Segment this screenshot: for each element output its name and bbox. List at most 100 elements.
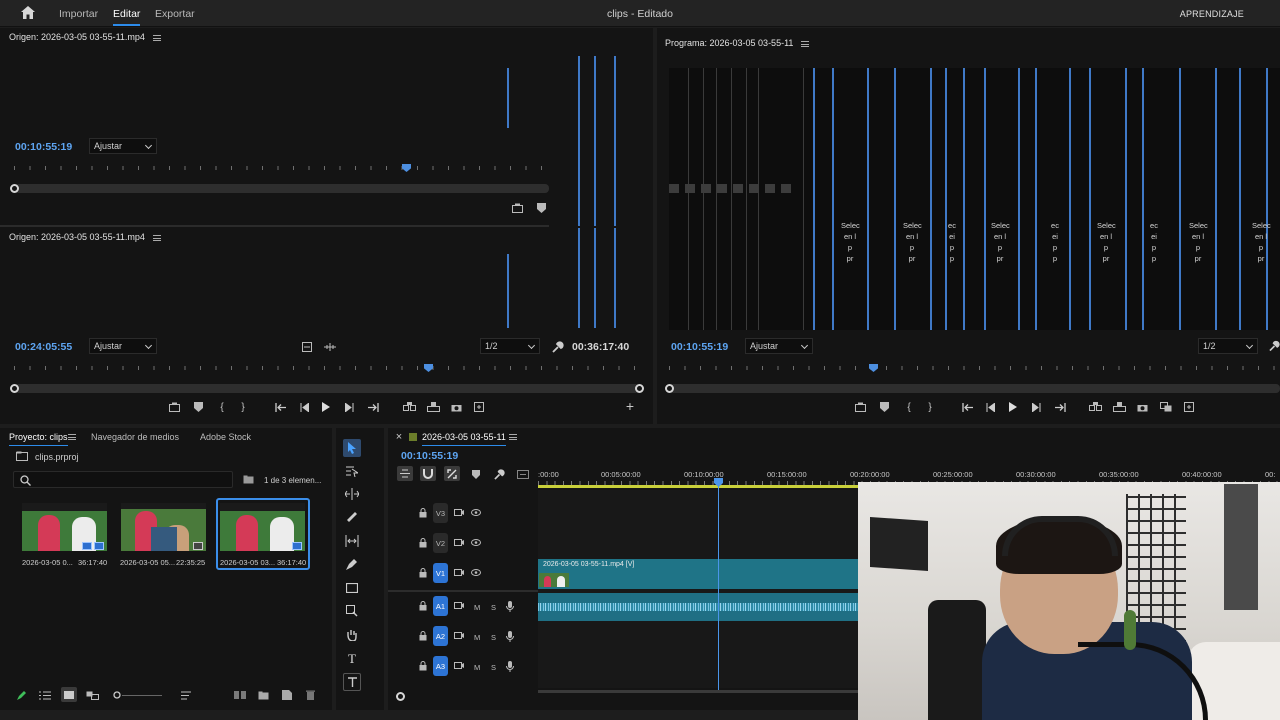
fit-dropdown[interactable]: Ajustar (745, 338, 813, 354)
program-video-frame[interactable]: Selec en l p pr Selec en l p pr ec ei p p Selec en… (669, 68, 1280, 330)
nav-edit[interactable]: Editar (113, 8, 141, 26)
play-icon[interactable] (1007, 401, 1019, 413)
timeline-scrollbar[interactable] (538, 690, 858, 693)
sync-lock-icon[interactable] (454, 602, 464, 609)
add-button-icon[interactable]: + (624, 398, 636, 414)
step-forward-icon[interactable] (1030, 401, 1042, 413)
sync-lock-icon[interactable] (454, 632, 464, 639)
captions-tool-icon[interactable] (343, 673, 361, 691)
captions-icon[interactable] (516, 468, 530, 480)
zoom-slider-handle[interactable] (112, 690, 122, 700)
lock-icon[interactable] (419, 631, 427, 641)
marker-icon[interactable] (535, 202, 547, 214)
sync-lock-icon[interactable] (454, 569, 464, 576)
lock-icon[interactable] (419, 568, 427, 578)
mute-button[interactable]: M (474, 603, 480, 612)
mark-out-icon[interactable]: } (237, 400, 249, 414)
type-tool-icon[interactable]: T (343, 650, 361, 668)
program-scrollbar[interactable] (669, 384, 1280, 393)
insert-clip-icon[interactable] (402, 401, 416, 413)
lift-icon[interactable] (854, 401, 866, 413)
play-icon[interactable] (320, 401, 332, 413)
tab-project[interactable]: Proyecto: clips (9, 432, 68, 446)
solo-button[interactable]: S (491, 633, 496, 642)
tab-sequence[interactable]: 2026-03-05 03-55-11 (422, 432, 506, 446)
video-clip[interactable]: 2026-03-05 03-55-11.mp4 [V] (538, 559, 858, 589)
add-marker-icon[interactable] (470, 468, 482, 480)
sync-lock-icon[interactable] (454, 539, 464, 546)
compare-icon[interactable] (1159, 401, 1173, 413)
camera-icon[interactable] (450, 401, 462, 413)
clip-thumbnail[interactable] (22, 503, 107, 551)
work-area-bar[interactable] (538, 485, 858, 488)
pencil-icon[interactable] (16, 689, 28, 701)
scroll-handle-left[interactable] (10, 384, 19, 393)
audio-clip[interactable] (538, 593, 858, 621)
step-back-icon[interactable] (984, 401, 996, 413)
drag-audio-icon[interactable] (324, 341, 336, 353)
source-timecode[interactable]: 00:10:55:19 (15, 141, 72, 153)
playhead-marker[interactable] (424, 364, 433, 372)
nest-toggle-icon[interactable] (397, 466, 413, 481)
step-forward-icon[interactable] (343, 401, 355, 413)
tab-adobe-stock[interactable]: Adobe Stock (200, 432, 251, 442)
microphone-icon[interactable] (506, 601, 514, 612)
mark-out-icon[interactable]: } (924, 400, 936, 414)
panel-menu-icon[interactable] (152, 234, 161, 241)
microphone-icon[interactable] (506, 631, 514, 642)
trash-icon[interactable] (304, 689, 316, 701)
selection-tool-icon[interactable] (343, 439, 361, 457)
panel-menu-icon[interactable] (68, 434, 76, 440)
lock-icon[interactable] (419, 661, 427, 671)
settings-icon[interactable] (301, 341, 313, 353)
track-select-tool-icon[interactable] (343, 462, 361, 480)
playhead-marker[interactable] (402, 164, 411, 172)
sync-lock-icon[interactable] (454, 662, 464, 669)
program-ruler[interactable] (669, 362, 1280, 370)
camera-icon[interactable] (1136, 401, 1148, 413)
panel-menu-icon[interactable] (152, 34, 161, 41)
search-input[interactable] (13, 471, 233, 488)
source-ruler[interactable] (14, 162, 549, 170)
fit-dropdown[interactable]: Ajustar (89, 338, 157, 354)
track-label-v2[interactable]: V2 (433, 533, 448, 553)
track-label-a1[interactable]: A1 (433, 596, 448, 616)
timeline-zoom-handle[interactable] (396, 692, 405, 701)
new-item-icon[interactable] (281, 689, 293, 701)
nav-import[interactable]: Importar (59, 8, 98, 20)
go-to-out-icon[interactable] (1054, 401, 1066, 413)
freeform-view-icon[interactable] (85, 689, 99, 701)
new-bin-icon[interactable] (242, 474, 254, 485)
fit-dropdown[interactable]: Ajustar (89, 138, 157, 154)
scroll-handle[interactable] (10, 184, 19, 193)
tab-media-browser[interactable]: Navegador de medios (91, 432, 179, 442)
track-label-v3[interactable]: V3 (433, 503, 448, 523)
step-back-icon[interactable] (298, 401, 310, 413)
lock-icon[interactable] (419, 601, 427, 611)
source-scrollbar[interactable] (14, 384, 640, 393)
resolution-dropdown[interactable]: 1/2 (1198, 338, 1258, 354)
track-label-v1[interactable]: V1 (433, 563, 448, 583)
eye-icon[interactable] (471, 569, 481, 576)
panel-menu-icon[interactable] (801, 40, 810, 47)
panel-menu-icon[interactable] (509, 434, 517, 440)
panel-header[interactable]: Origen: 2026-03-05 03-55-11.mp4 (9, 232, 161, 242)
list-view-icon[interactable] (38, 689, 52, 701)
lock-icon[interactable] (419, 508, 427, 518)
extract-icon[interactable] (1112, 401, 1126, 413)
nav-export[interactable]: Exportar (155, 8, 195, 20)
learning-button[interactable]: APRENDIZAJE (1180, 9, 1244, 19)
linked-selection-icon[interactable] (444, 466, 460, 481)
insert-icon[interactable] (168, 401, 180, 413)
source-scrollbar[interactable] (14, 184, 549, 193)
solo-button[interactable]: S (491, 663, 496, 672)
zoom-tool-icon[interactable] (343, 602, 361, 620)
hand-tool-icon[interactable] (343, 626, 361, 644)
source-ruler[interactable] (14, 362, 640, 370)
microphone-icon[interactable] (506, 661, 514, 672)
eye-icon[interactable] (471, 509, 481, 516)
scroll-handle-right[interactable] (635, 384, 644, 393)
solo-button[interactable]: S (491, 603, 496, 612)
zoom-slider[interactable] (122, 695, 162, 696)
mark-in-icon[interactable]: { (903, 400, 915, 414)
